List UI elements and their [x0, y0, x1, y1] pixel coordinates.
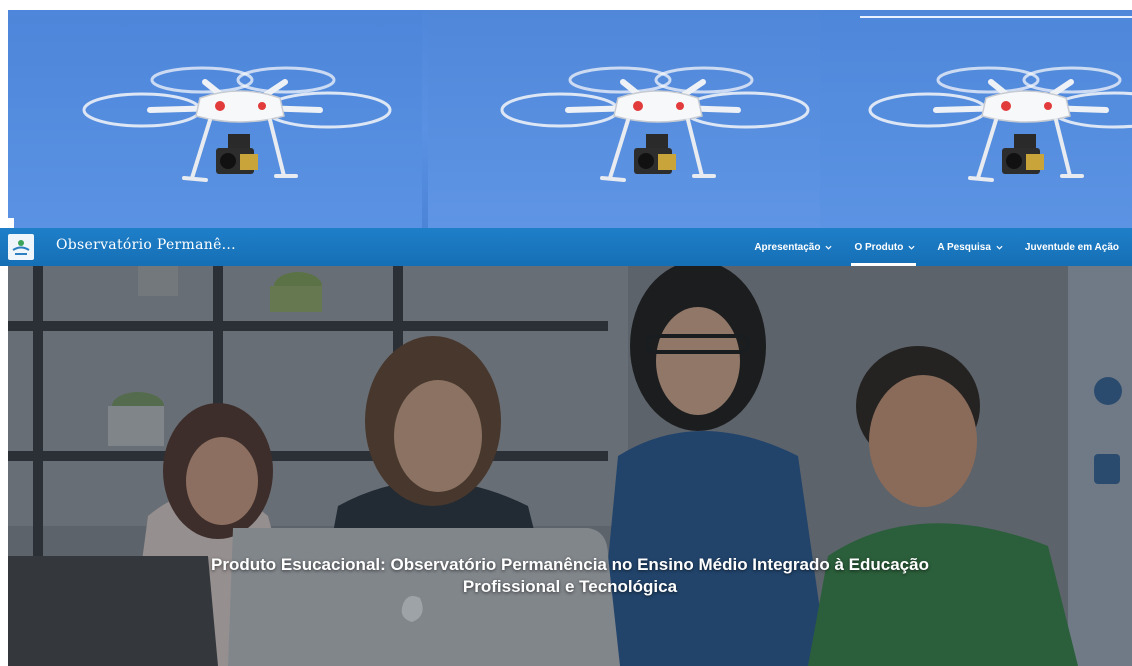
nav-item-label: Juventude em Ação	[1024, 241, 1119, 253]
drone-image	[868, 66, 1132, 182]
hero-title-line-1: Produto Esucacional: Observatório Perman…	[211, 555, 929, 574]
drone-image	[500, 66, 810, 182]
nav-item-label: A Pesquisa	[937, 241, 991, 253]
hero-title: Produto Esucacional: Observatório Perman…	[8, 554, 1132, 598]
drone-banner	[8, 10, 1132, 228]
site-logo-icon[interactable]	[8, 234, 34, 260]
drone-image	[82, 66, 392, 182]
banner-divider-line	[860, 16, 1132, 18]
hero-section: Produto Esucacional: Observatório Perman…	[8, 266, 1132, 666]
chevron-down-icon	[825, 245, 832, 250]
site-title[interactable]: Observatório Permanê...	[56, 237, 236, 253]
banner-marker	[8, 218, 14, 228]
hero-title-line-2: Profissional e Tecnológica	[462, 577, 678, 596]
nav-item-juventude-em-acao[interactable]: Juventude em Ação	[1014, 228, 1130, 266]
chevron-down-icon	[908, 245, 915, 250]
main-menu: Apresentação O Produto A Pesquisa Juvent…	[743, 228, 1130, 266]
top-navigation-bar: Observatório Permanê... Apresentação O P…	[0, 228, 1132, 266]
nav-item-o-produto[interactable]: O Produto	[843, 228, 926, 266]
chevron-down-icon	[996, 245, 1003, 250]
nav-item-apresentacao[interactable]: Apresentação	[743, 228, 843, 266]
nav-item-label: O Produto	[854, 241, 904, 253]
hero-background-image	[8, 266, 1132, 666]
nav-item-label: Apresentação	[754, 241, 821, 253]
nav-item-a-pesquisa[interactable]: A Pesquisa	[926, 228, 1014, 266]
